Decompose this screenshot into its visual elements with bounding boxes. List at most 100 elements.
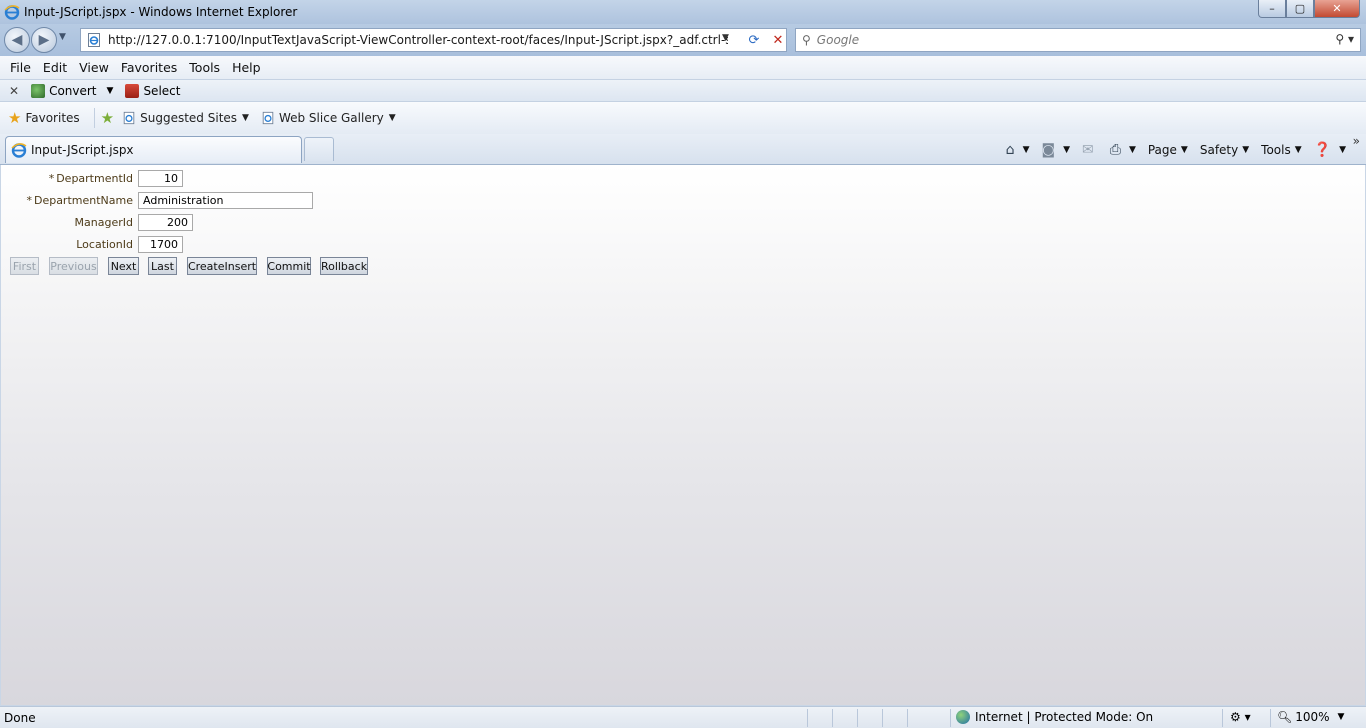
zoom-control[interactable]: 🔍︎ 100% ▼: [1277, 710, 1344, 724]
first-button[interactable]: First: [10, 257, 39, 275]
manager-id-input[interactable]: [138, 214, 193, 231]
forward-button[interactable]: ▶: [31, 27, 57, 53]
page-content: *DepartmentId *DepartmentName ManagerId …: [1, 165, 1365, 705]
tools-menu[interactable]: Tools ▼: [1261, 143, 1301, 157]
url-text[interactable]: http://127.0.0.1:7100/InputTextJavaScrip…: [108, 33, 728, 47]
select-button[interactable]: Select: [125, 83, 181, 98]
menu-tools[interactable]: Tools: [189, 60, 220, 75]
refresh-icon[interactable]: ⟳: [744, 32, 764, 48]
convert-button[interactable]: Convert ▼: [31, 83, 114, 98]
recent-pages-dropdown[interactable]: ▼: [59, 32, 66, 42]
favorites-bar: ★ Favorites ★ Suggested Sites ▼ Web Slic…: [0, 102, 1366, 134]
web-slice-icon: [262, 111, 274, 125]
forward-arrow-icon: ▶: [38, 32, 50, 48]
rss-feed-icon: ◙: [1041, 142, 1056, 158]
department-name-label-text: DepartmentName: [33, 194, 133, 207]
previous-button[interactable]: Previous: [49, 257, 98, 275]
commit-button[interactable]: Commit: [267, 257, 311, 275]
favorites-label: Favorites: [25, 111, 80, 125]
tools-dropdown-icon: ▼: [1294, 145, 1302, 155]
print-dropdown[interactable]: ▼: [1129, 145, 1136, 155]
address-bar[interactable]: http://127.0.0.1:7100/InputTextJavaScrip…: [80, 28, 787, 52]
maximize-button[interactable]: ▢: [1286, 0, 1314, 18]
window-controls: – ▢ ✕: [1258, 0, 1360, 18]
required-marker: *: [48, 172, 55, 185]
add-to-favorites-bar-button[interactable]: ★: [101, 109, 118, 127]
location-id-label: LocationId: [76, 238, 133, 251]
back-button[interactable]: ◀: [4, 27, 30, 53]
status-divider: [807, 709, 808, 727]
status-divider: [1270, 709, 1271, 727]
favorites-button[interactable]: ★ Favorites: [8, 109, 80, 127]
suggested-sites-button[interactable]: Suggested Sites ▼: [122, 111, 249, 125]
safety-menu-label: Safety: [1199, 143, 1239, 157]
location-id-input[interactable]: [138, 236, 183, 253]
separator: [93, 108, 95, 128]
home-icon: ⌂: [1005, 142, 1015, 158]
select-label: Select: [143, 83, 181, 98]
zoom-dropdown[interactable]: ▼: [1338, 712, 1345, 722]
back-arrow-icon: ◀: [11, 32, 23, 48]
rollback-button[interactable]: Rollback: [320, 257, 368, 275]
last-button[interactable]: Last: [148, 257, 177, 275]
help-button[interactable]: ❓ ▼: [1314, 142, 1346, 158]
convert-icon: [31, 83, 46, 98]
search-icon: ⚲: [802, 33, 811, 47]
tab-input-jscript[interactable]: Input-JScript.jspx: [5, 136, 302, 163]
ie-logo-icon: [11, 143, 27, 158]
menu-bar: File Edit View Favorites Tools Help: [0, 56, 1366, 80]
ie-logo-icon: [4, 5, 20, 20]
read-mail-button[interactable]: ✉: [1082, 142, 1098, 158]
tab-bar: Input-JScript.jspx ⌂ ▼ ◙ ▼ ✉ ⎙ ▼ Page ▼ Safe…: [0, 134, 1366, 165]
search-button[interactable]: ⚲ ▾: [1335, 32, 1354, 46]
status-bar: Done Internet | Protected Mode: On ⚙ ▾ 🔍…: [0, 706, 1366, 728]
close-toolbar-icon[interactable]: ✕: [9, 84, 19, 98]
zoom-icon: 🔍︎: [1277, 710, 1293, 724]
menu-file[interactable]: File: [10, 60, 31, 75]
search-box[interactable]: ⚲ Google ⚲ ▾: [795, 28, 1361, 52]
web-slice-dropdown[interactable]: ▼: [389, 113, 396, 123]
web-slice-gallery-button[interactable]: Web Slice Gallery ▼: [261, 111, 396, 125]
manager-id-label: ManagerId: [74, 216, 133, 229]
menu-view[interactable]: View: [79, 60, 109, 75]
security-zone[interactable]: Internet | Protected Mode: On: [956, 710, 1153, 724]
security-zone-text: Internet | Protected Mode: On: [975, 710, 1154, 724]
department-id-label-text: DepartmentId: [56, 172, 133, 185]
safety-menu[interactable]: Safety ▼: [1200, 143, 1249, 157]
home-dropdown[interactable]: ▼: [1023, 145, 1030, 155]
stop-icon[interactable]: ✕: [768, 32, 788, 48]
department-id-input[interactable]: [138, 170, 183, 187]
suggested-sites-dropdown[interactable]: ▼: [242, 113, 249, 123]
protected-mode-icon[interactable]: ⚙ ▾: [1230, 710, 1251, 724]
minimize-button[interactable]: –: [1258, 0, 1286, 18]
command-bar: ⌂ ▼ ◙ ▼ ✉ ⎙ ▼ Page ▼ Safety ▼ Tools ▼ ❓ ▼: [994, 139, 1346, 161]
convert-dropdown[interactable]: ▼: [107, 86, 114, 96]
next-button[interactable]: Next: [108, 257, 139, 275]
menu-favorites[interactable]: Favorites: [121, 60, 177, 75]
menu-help[interactable]: Help: [232, 60, 261, 75]
help-dropdown[interactable]: ▼: [1339, 145, 1346, 155]
feeds-button[interactable]: ◙ ▼: [1041, 142, 1070, 158]
more-commands-chevron-icon[interactable]: »: [1353, 134, 1360, 148]
new-tab-button[interactable]: [304, 137, 334, 161]
menu-edit[interactable]: Edit: [43, 60, 67, 75]
feeds-dropdown[interactable]: ▼: [1063, 145, 1070, 155]
home-button[interactable]: ⌂ ▼: [1006, 142, 1030, 158]
status-divider: [882, 709, 883, 727]
select-pdf-icon: [125, 83, 140, 98]
create-insert-button[interactable]: CreateInsert: [187, 257, 257, 275]
safety-dropdown-icon: ▼: [1242, 145, 1250, 155]
print-button[interactable]: ⎙ ▼: [1110, 142, 1136, 158]
address-dropdown[interactable]: ▼: [722, 33, 729, 43]
department-name-input[interactable]: [138, 192, 313, 209]
required-marker: *: [26, 194, 32, 207]
page-menu[interactable]: Page ▼: [1148, 143, 1188, 157]
status-divider: [857, 709, 858, 727]
printer-icon: ⎙: [1109, 142, 1121, 158]
suggested-sites-label: Suggested Sites: [140, 111, 238, 125]
tools-menu-label: Tools: [1261, 143, 1291, 157]
convert-label: Convert: [49, 83, 97, 98]
search-input[interactable]: Google: [817, 33, 859, 47]
close-window-button[interactable]: ✕: [1314, 0, 1360, 18]
help-icon: ❓: [1313, 142, 1332, 158]
